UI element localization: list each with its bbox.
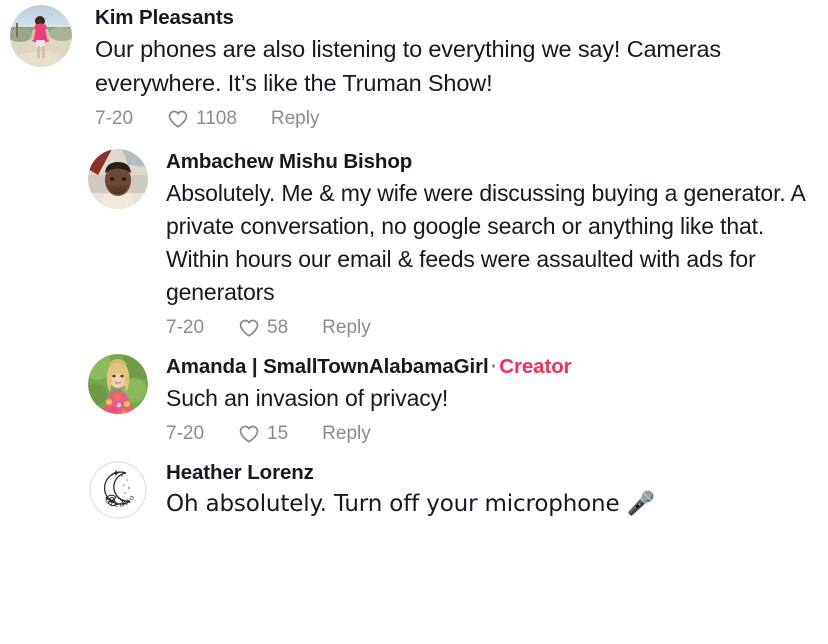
comment-date: 7-20 [166, 423, 205, 444]
comment-meta: 7-20 1108 Reply [95, 107, 820, 131]
heart-outline-icon [238, 423, 260, 445]
reply-button[interactable]: Reply [271, 107, 320, 131]
comment-username[interactable]: Ambachew Mishu Bishop [166, 149, 820, 175]
comment-meta: 7-20 58 Reply [166, 316, 820, 340]
comment-text: Such an invasion of privacy! [166, 385, 449, 411]
comment-body: Amanda | SmallTownAlabamaGirl·Creator Su… [148, 354, 820, 446]
comment-body: Heather Lorenz Oh absolutely. Turn off y… [148, 460, 820, 521]
blonde-woman-in-floral-top-avatar [88, 354, 148, 414]
comment-username[interactable]: Amanda | SmallTownAlabamaGirl·Creator [166, 354, 820, 380]
like-button[interactable]: 15 [238, 422, 288, 446]
comment-username[interactable]: Heather Lorenz [166, 460, 820, 486]
heart-outline-icon [238, 317, 260, 339]
username-text: Amanda | SmallTownAlabamaGirl [166, 355, 489, 378]
comment-date: 7-20 [166, 317, 205, 338]
avatar-image: Creations [88, 460, 148, 520]
avatar-image [88, 354, 148, 414]
comment-item-reply-1: Ambachew Mishu Bishop Absolutely. Me & m… [0, 149, 828, 340]
comment-item-reply-3: Creations Heather Lorenz Oh absolutely. … [0, 460, 828, 521]
heart-outline-icon [167, 108, 189, 130]
avatar-amanda-smalltownalabamagirl[interactable] [88, 354, 148, 414]
creator-badge: Creator [499, 355, 572, 378]
avatar-ambachew-mishu-bishop[interactable] [88, 149, 148, 209]
comment-text: Absolutely. Me & my wife were discussing… [166, 180, 805, 305]
comment-text: Our phones are also listening to everyth… [95, 36, 721, 96]
comment-body: Kim Pleasants Our phones are also listen… [72, 5, 820, 131]
creator-separator: · [490, 355, 498, 378]
man-portrait-avatar [88, 149, 148, 209]
comment-text: Oh absolutely. Turn off your microphone … [166, 491, 656, 517]
comment-meta: 7-20 15 Reply [166, 422, 820, 446]
woman-in-pink-dress-on-beach-avatar [10, 5, 72, 67]
like-count: 15 [267, 423, 289, 444]
comment-date: 7-20 [95, 108, 134, 129]
avatar-image [10, 5, 72, 67]
comment-username[interactable]: Kim Pleasants [95, 5, 820, 31]
comment-thread: Kim Pleasants Our phones are also listen… [0, 0, 828, 644]
reply-button[interactable]: Reply [322, 422, 371, 446]
avatar-kim-pleasants[interactable] [10, 5, 72, 67]
like-button[interactable]: 58 [238, 316, 288, 340]
avatar-heather-lorenz[interactable]: Creations [88, 460, 148, 520]
like-count: 1108 [196, 108, 237, 129]
comment-item-root: Kim Pleasants Our phones are also listen… [0, 0, 828, 131]
like-count: 58 [267, 317, 289, 338]
like-button[interactable]: 1108 [167, 107, 237, 131]
moon-and-florals-creations-logo-avatar: Creations [88, 460, 148, 520]
avatar-image [88, 149, 148, 209]
comment-item-reply-2: Amanda | SmallTownAlabamaGirl·Creator Su… [0, 354, 828, 446]
reply-button[interactable]: Reply [322, 316, 371, 340]
comment-body: Ambachew Mishu Bishop Absolutely. Me & m… [148, 149, 820, 340]
